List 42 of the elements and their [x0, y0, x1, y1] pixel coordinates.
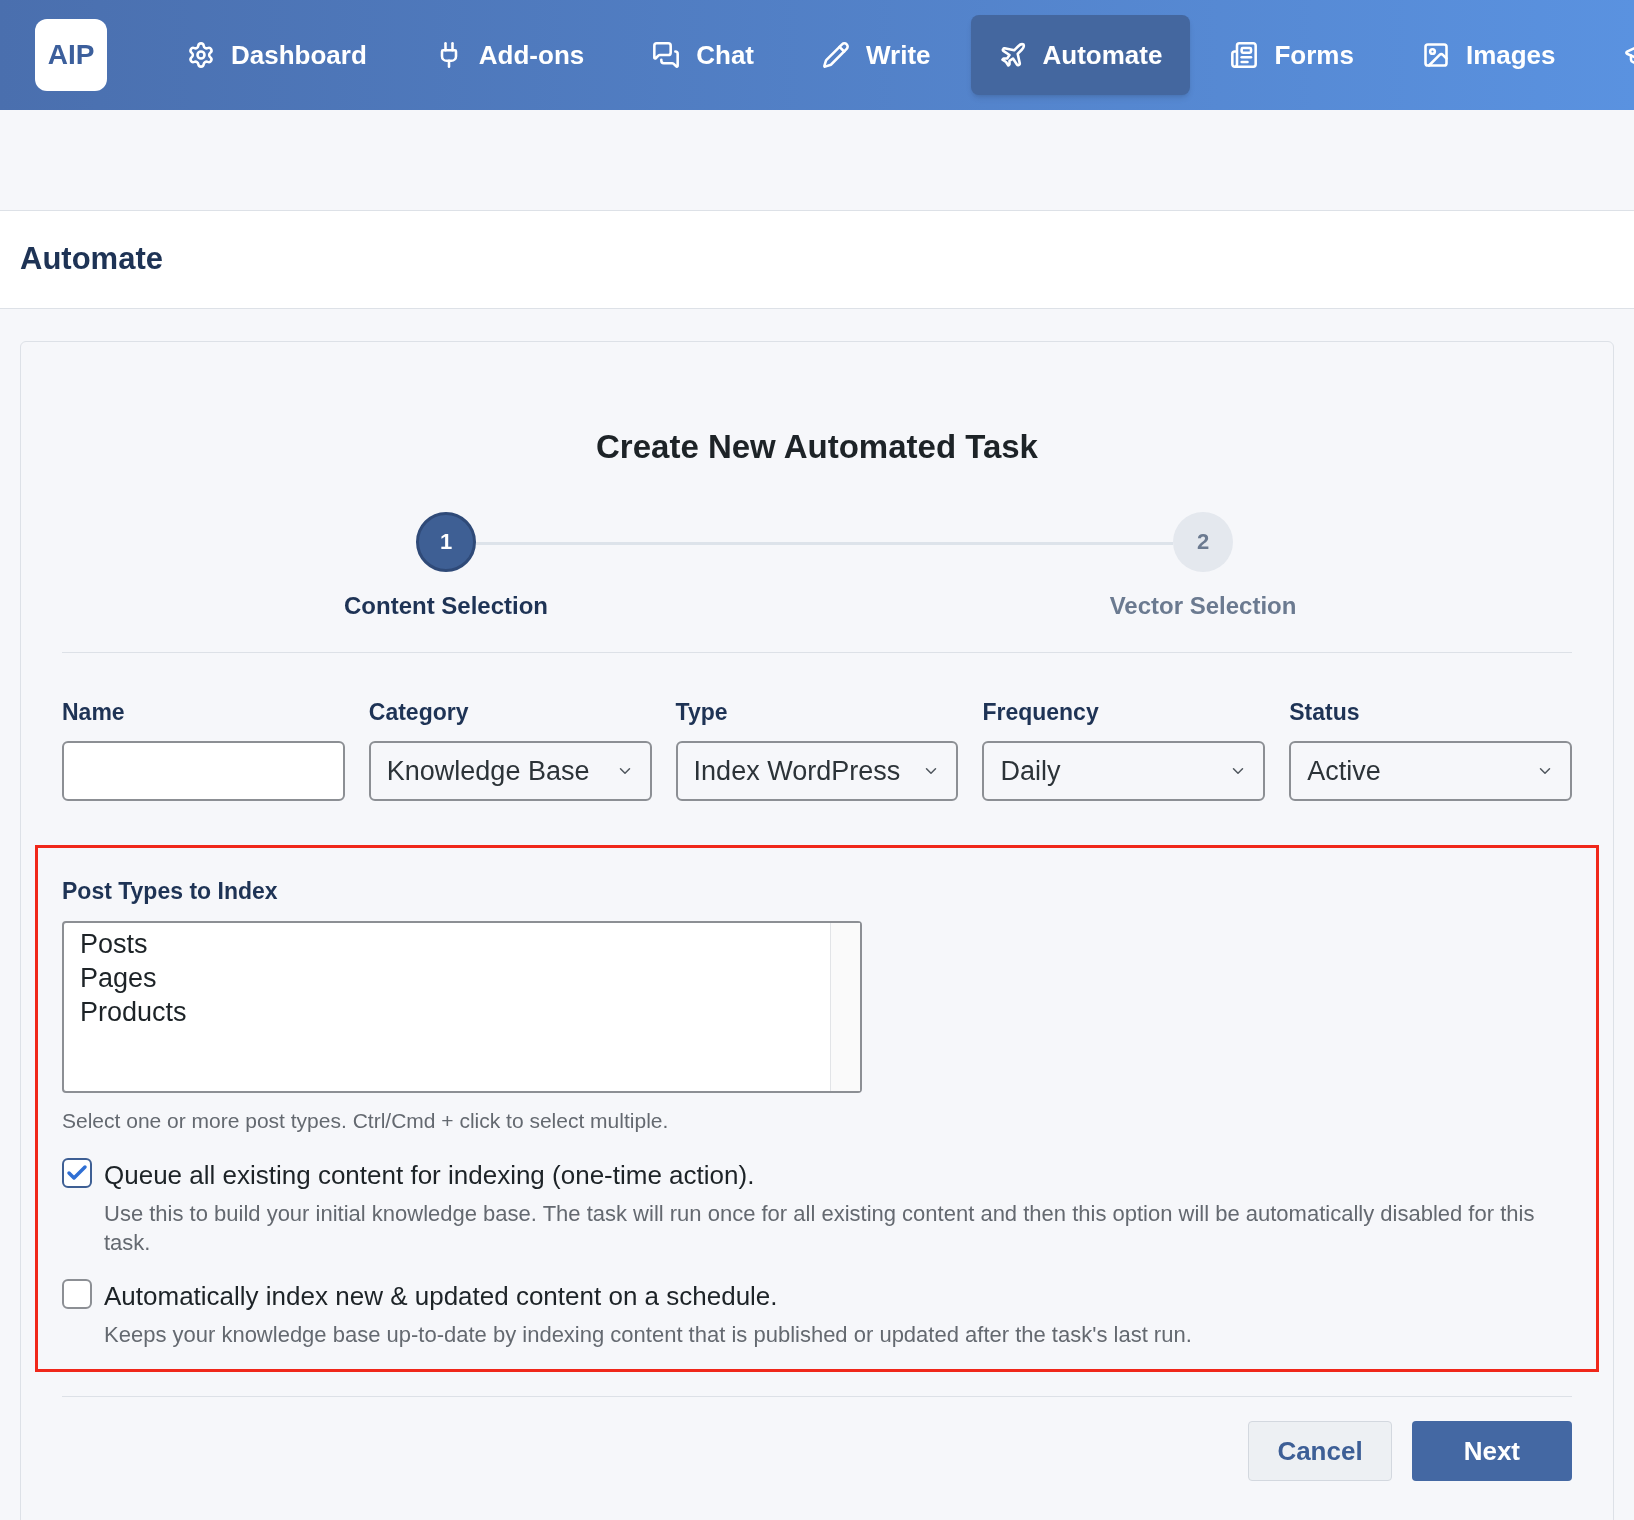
option-label: Queue all existing content for indexing (one-time action).: [104, 1159, 756, 1192]
dropdown-field[interactable]: Knowledge Base: [368, 741, 652, 801]
option-description: Keeps your knowledge base up-to-date by indexing content that is published or updated after the task's last run.: [104, 1321, 1192, 1349]
pencil-icon: [822, 41, 850, 69]
field-label: Category: [368, 697, 470, 727]
nav-tab[interactable]: Automate: [970, 15, 1191, 95]
dropdown-field[interactable]: Index WordPress: [675, 741, 959, 801]
image-icon: [1421, 41, 1450, 69]
dropdown-field[interactable]: Daily: [982, 741, 1266, 801]
name-input-field[interactable]: [62, 741, 345, 801]
next-button[interactable]: Next: [1411, 1421, 1572, 1481]
app-logo[interactable]: AIP: [35, 19, 107, 91]
dropdown-field[interactable]: Active: [1289, 741, 1572, 801]
nav-tab[interactable]: Add-ons: [406, 15, 613, 95]
list-option[interactable]: Products: [80, 994, 814, 1029]
nav-tab[interactable]: Write: [794, 15, 959, 95]
nav-tab[interactable]: Dashboard: [159, 15, 395, 95]
list-option[interactable]: Pages: [80, 960, 814, 995]
checkbox[interactable]: [62, 1158, 92, 1188]
cancel-button[interactable]: Cancel: [1248, 1421, 1392, 1481]
option-label: Automatically index new & updated content on a schedule.: [104, 1280, 779, 1313]
plane-icon: [998, 41, 1027, 69]
form-icon: [1230, 41, 1259, 69]
field-label: Name: [62, 697, 126, 727]
gear-icon: [187, 41, 215, 69]
page-title: Automate: [20, 240, 163, 279]
checkbox[interactable]: [62, 1279, 92, 1309]
help-text: Select one or more post types. Ctrl/Cmd + click to select multiple.: [62, 1107, 670, 1134]
field-label: Post Types to Index: [62, 877, 279, 906]
field-label: Frequency: [982, 697, 1100, 727]
chat-bubbles-icon: [652, 41, 681, 69]
nav-tab[interactable]: Forms: [1202, 15, 1382, 95]
post-types-list[interactable]: Posts Pages Products: [62, 920, 862, 1093]
step-label: Vector Selection: [1109, 590, 1297, 621]
option-description: Use this to build your initial knowledge base. The task will run once for all existing content and then this option will be automatically disabled for this task.: [104, 1200, 1536, 1257]
field-label: Type: [675, 697, 729, 727]
step-label: Content Selection: [344, 590, 548, 621]
nav-tab[interactable]: Images: [1393, 15, 1584, 95]
list-option[interactable]: Posts: [80, 926, 814, 961]
card-title: Create New Automated Task: [595, 427, 1039, 467]
field-label: Status: [1289, 697, 1361, 727]
nav-tab[interactable]: Chat: [624, 15, 782, 95]
